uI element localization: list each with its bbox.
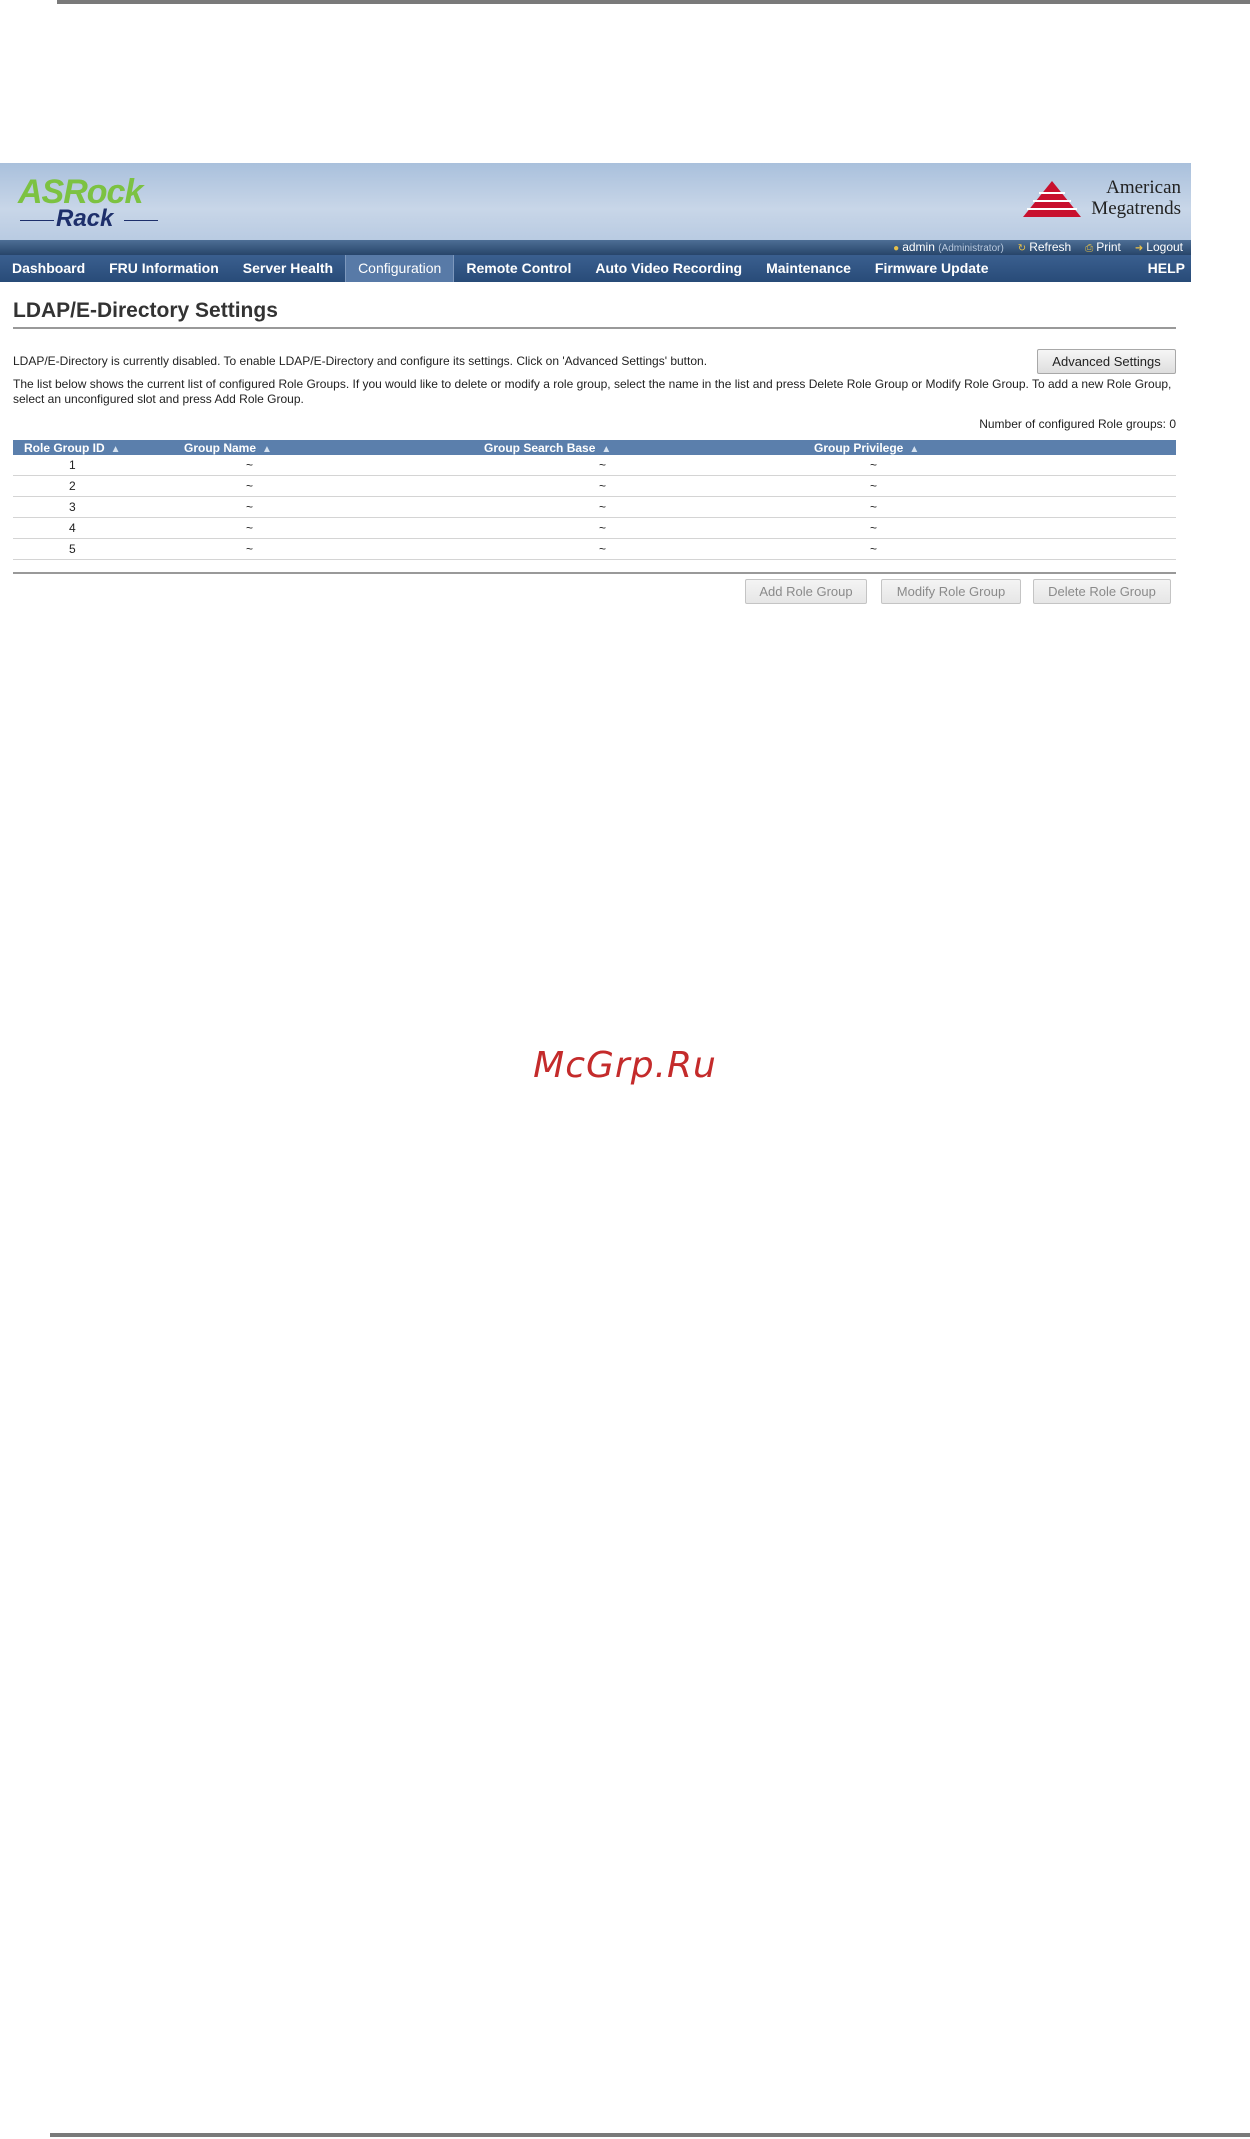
cell-group-privilege: ~ (814, 538, 1176, 560)
column-header-role-group-id[interactable]: Role Group ID ▲ (13, 440, 184, 455)
nav-remote-control[interactable]: Remote Control (454, 255, 583, 282)
cell-role-group-id: 4 (13, 517, 184, 539)
nav-fru-information[interactable]: FRU Information (97, 255, 231, 282)
logout-link[interactable]: ➜ Logout (1135, 240, 1183, 256)
table-header-row: Role Group ID ▲ Group Name ▲ Group Search … (13, 440, 1176, 455)
sort-icon: ▲ (110, 443, 121, 455)
ldap-status-text: LDAP/E-Directory is currently disabled. … (13, 354, 708, 368)
page-bottom-rule (50, 2133, 1250, 2137)
page-top-rule (57, 0, 1250, 4)
cell-group-privilege: ~ (814, 517, 1176, 539)
logout-icon: ➜ (1134, 243, 1144, 254)
cell-group-search-base: ~ (484, 538, 814, 560)
delete-role-group-button[interactable]: Delete Role Group (1033, 579, 1171, 604)
print-icon: ⎙ (1085, 243, 1094, 254)
watermark-text: McGrp.Ru (533, 1045, 717, 1086)
role-group-table: Role Group ID ▲ Group Name ▲ Group Search … (13, 440, 1176, 560)
refresh-link[interactable]: ↻ Refresh (1018, 240, 1071, 256)
cell-group-name: ~ (184, 517, 484, 539)
table-row[interactable]: 2 ~ ~ ~ (13, 475, 1176, 497)
current-user: ● admin (Administrator) (893, 240, 1004, 254)
column-header-group-privilege[interactable]: Group Privilege ▲ (814, 440, 1176, 455)
main-content: LDAP/E-Directory Settings LDAP/E-Directo… (13, 299, 1176, 609)
role-group-description: The list below shows the current list of… (13, 377, 1172, 406)
cell-group-search-base: ~ (484, 517, 814, 539)
ami-logo: American Megatrends (1021, 175, 1181, 225)
nav-maintenance[interactable]: Maintenance (754, 255, 863, 282)
user-bullet-icon: ● (893, 243, 900, 254)
cell-role-group-id: 2 (13, 475, 184, 497)
cell-group-search-base: ~ (484, 455, 814, 476)
nav-server-health[interactable]: Server Health (231, 255, 345, 282)
user-bar: ● admin (Administrator) ↻ Refresh ⎙ Print ➜… (0, 240, 1191, 255)
table-row[interactable]: 4 ~ ~ ~ (13, 517, 1176, 539)
rack-logo-text: Rack (56, 205, 114, 232)
page-title: LDAP/E-Directory Settings (13, 299, 1176, 329)
cell-group-name: ~ (184, 538, 484, 560)
sort-icon: ▲ (262, 443, 272, 455)
cell-role-group-id: 3 (13, 496, 184, 518)
nav-dashboard[interactable]: Dashboard (0, 255, 97, 282)
cell-role-group-id: 5 (13, 538, 184, 560)
column-header-group-search-base[interactable]: Group Search Base ▲ (484, 440, 814, 455)
header-banner: ASRock Rack American Megatrends (0, 163, 1191, 240)
ami-triangle-icon (1023, 181, 1081, 217)
nav-auto-video-recording[interactable]: Auto Video Recording (583, 255, 754, 282)
cell-group-privilege: ~ (814, 496, 1176, 518)
table-row[interactable]: 5 ~ ~ ~ (13, 538, 1176, 560)
cell-group-search-base: ~ (484, 496, 814, 518)
nav-configuration[interactable]: Configuration (345, 255, 455, 282)
main-nav: Dashboard FRU Information Server Health … (0, 255, 1191, 282)
add-role-group-button[interactable]: Add Role Group (745, 579, 867, 604)
cell-group-name: ~ (184, 496, 484, 518)
table-row[interactable]: 1 ~ ~ ~ (13, 455, 1176, 476)
rack-logo: Rack (20, 205, 162, 233)
table-divider (13, 572, 1176, 574)
refresh-icon: ↻ (1017, 243, 1027, 254)
status-row: LDAP/E-Directory is currently disabled. … (13, 349, 1176, 374)
cell-role-group-id: 1 (13, 455, 184, 476)
user-role: (Administrator) (938, 243, 1004, 254)
sort-icon: ▲ (909, 443, 920, 455)
advanced-settings-button[interactable]: Advanced Settings (1037, 349, 1176, 374)
print-link[interactable]: ⎙ Print (1085, 240, 1121, 256)
nav-help[interactable]: HELP (1136, 255, 1191, 282)
cell-group-privilege: ~ (814, 475, 1176, 497)
cell-group-search-base: ~ (484, 475, 814, 497)
bmc-web-ui: ASRock Rack American Megatrends ● admin (… (0, 163, 1191, 628)
cell-group-name: ~ (184, 475, 484, 497)
sort-icon: ▲ (601, 443, 612, 455)
ami-logo-text: American Megatrends (1091, 177, 1181, 219)
nav-firmware-update[interactable]: Firmware Update (863, 255, 1001, 282)
cell-group-privilege: ~ (814, 455, 1176, 476)
role-group-actions: Add Role Group Modify Role Group Delete … (13, 579, 1176, 609)
column-header-group-name[interactable]: Group Name ▲ (184, 440, 484, 455)
modify-role-group-button[interactable]: Modify Role Group (881, 579, 1021, 604)
table-row[interactable]: 3 ~ ~ ~ (13, 496, 1176, 518)
cell-group-name: ~ (184, 455, 484, 476)
role-group-count: Number of configured Role groups: 0 (979, 417, 1176, 431)
